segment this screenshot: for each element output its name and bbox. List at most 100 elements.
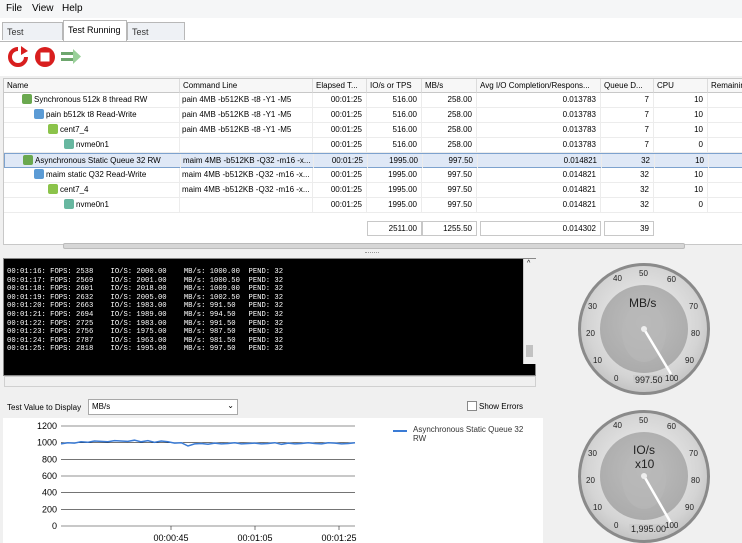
grid-horizontal-scrollbar[interactable] bbox=[8, 241, 738, 249]
tab-test-planning[interactable]: Test Planning bbox=[2, 22, 63, 55]
cell-queue: 32 bbox=[601, 198, 654, 212]
show-errors-label: Show Errors bbox=[479, 402, 524, 411]
gauge-tick: 100 bbox=[665, 374, 679, 383]
cell-name: nvme0n1 bbox=[4, 198, 180, 212]
gauge-tick: 10 bbox=[593, 503, 602, 512]
cell-mbs: 258.00 bbox=[422, 108, 477, 122]
cell-cmd: maim 4MB -b512KB -Q32 -m16 -x... bbox=[180, 168, 313, 182]
table-row[interactable]: nvme0n1 00:01:25 1995.00 997.50 0.014821 32 0 bbox=[4, 198, 742, 213]
cell-queue: 7 bbox=[601, 93, 654, 107]
mbs-gauge: MB/s 997.50 0 10 20 30 40 50 60 70 80 90… bbox=[578, 263, 710, 395]
cell-queue: 32 bbox=[602, 154, 655, 168]
cell-io: 1995.00 bbox=[368, 154, 423, 168]
gauge-tick: 80 bbox=[691, 476, 700, 485]
cell-name-text: maim static Q32 Read-Write bbox=[46, 170, 147, 179]
cell-name-text: Asynchronous Static Queue 32 RW bbox=[35, 156, 161, 165]
cell-cmd bbox=[180, 198, 313, 212]
gauge-mbs-value: 997.50 bbox=[633, 375, 665, 385]
series-line bbox=[60, 439, 356, 447]
cell-name-text: nvme0n1 bbox=[76, 200, 109, 209]
col-io[interactable]: IO/s or TPS bbox=[367, 79, 422, 93]
cell-elapsed: 00:01:25 bbox=[313, 93, 367, 107]
y-tick-label: 0 bbox=[52, 521, 57, 531]
cell-cpu: 0 bbox=[654, 138, 708, 152]
menu-help[interactable]: Help bbox=[62, 3, 83, 14]
cell-avg: 0.013783 bbox=[477, 93, 601, 107]
col-mbs[interactable]: MB/s bbox=[422, 79, 477, 93]
cell-name: Asynchronous Static Queue 32 RW bbox=[5, 154, 181, 168]
workload-icon bbox=[48, 124, 58, 134]
gauge-tick: 70 bbox=[689, 449, 698, 458]
tab-test-running[interactable]: Test Running bbox=[63, 20, 127, 41]
cell-mbs: 258.00 bbox=[422, 93, 477, 107]
cell-io: 516.00 bbox=[367, 93, 422, 107]
menu-file[interactable]: File bbox=[6, 3, 22, 14]
workload-icon bbox=[34, 109, 44, 119]
gauge-tick: 20 bbox=[586, 329, 595, 338]
iops-gauge: IO/s x10 1,995.00 0 10 20 30 40 50 60 70… bbox=[578, 410, 710, 543]
console-horizontal-scrollbar[interactable] bbox=[4, 376, 536, 387]
disk-icon bbox=[64, 199, 74, 209]
stop-icon[interactable] bbox=[34, 46, 56, 68]
cell-elapsed: 00:01:25 bbox=[313, 123, 367, 137]
console-vertical-scrollbar[interactable]: ^ bbox=[523, 259, 536, 364]
cell-name: cent7_4 bbox=[4, 183, 180, 197]
cell-queue: 32 bbox=[601, 183, 654, 197]
tab-test-analysis[interactable]: Test Analysis bbox=[127, 22, 185, 55]
cell-name: nvme0n1 bbox=[4, 138, 180, 152]
cell-cpu: 10 bbox=[654, 168, 708, 182]
show-errors-checkbox[interactable] bbox=[467, 401, 477, 411]
total-io: 2511.00 bbox=[367, 221, 422, 236]
gauge-tick: 30 bbox=[588, 302, 597, 311]
total-queue: 39 bbox=[604, 221, 654, 236]
display-select[interactable]: MB/s ⌄ bbox=[88, 399, 238, 415]
table-row[interactable]: cent7_4 pain 4MB -b512KB -t8 -Y1 -M5 00:01… bbox=[4, 123, 742, 138]
cell-avg: 0.013783 bbox=[477, 138, 601, 152]
total-mbs: 1255.50 bbox=[422, 221, 477, 236]
col-cpu[interactable]: CPU bbox=[654, 79, 708, 93]
col-elapsed[interactable]: Elapsed T... bbox=[313, 79, 367, 93]
cell-avg: 0.013783 bbox=[477, 108, 601, 122]
table-row[interactable]: cent7_4 maim 4MB -b512KB -Q32 -m16 -x... 0… bbox=[4, 183, 742, 198]
table-row[interactable]: nvme0n1 00:01:25 516.00 258.00 0.013783 7 0 bbox=[4, 138, 742, 153]
col-remaining[interactable]: Remainin bbox=[708, 79, 742, 93]
gauge-tick: 60 bbox=[667, 275, 676, 284]
cell-avg: 0.013783 bbox=[477, 123, 601, 137]
cell-queue: 7 bbox=[601, 108, 654, 122]
col-avg[interactable]: Avg I/O Completion/Respons... bbox=[477, 79, 601, 93]
gauge-tick: 0 bbox=[614, 374, 619, 383]
restart-icon[interactable] bbox=[7, 46, 29, 68]
gauge-tick: 40 bbox=[613, 421, 622, 430]
cell-io: 516.00 bbox=[367, 108, 422, 122]
cell-cpu: 10 bbox=[654, 123, 708, 137]
cell-cmd: pain 4MB -b512KB -t8 -Y1 -M5 bbox=[180, 123, 313, 137]
cell-cpu: 10 bbox=[654, 93, 708, 107]
cell-avg: 0.014821 bbox=[478, 154, 602, 168]
cell-name: pain b512k t8 Read-Write bbox=[4, 108, 180, 122]
cell-elapsed: 00:01:25 bbox=[314, 154, 368, 168]
table-row[interactable]: maim static Q32 Read-Write maim 4MB -b512… bbox=[4, 168, 742, 183]
x-tick-label: 00:01:05 bbox=[237, 533, 272, 543]
cell-cpu: 10 bbox=[655, 154, 709, 168]
cell-cmd: pain 4MB -b512KB -t8 -Y1 -M5 bbox=[180, 93, 313, 107]
y-tick-label: 200 bbox=[42, 504, 57, 514]
col-command[interactable]: Command Line bbox=[180, 79, 313, 93]
gauge-tick: 90 bbox=[685, 356, 694, 365]
gauge-iops-title: IO/s bbox=[633, 443, 656, 457]
col-queue[interactable]: Queue D... bbox=[601, 79, 654, 93]
table-row[interactable]: Synchronous 512k 8 thread RW pain 4MB -b5… bbox=[4, 93, 742, 108]
cell-name-text: cent7_4 bbox=[60, 125, 89, 134]
gauge-tick: 10 bbox=[593, 356, 602, 365]
legend-label: Asynchronous Static Queue 32 RW bbox=[413, 425, 524, 443]
workload-icon bbox=[34, 169, 44, 179]
splitter-grip[interactable] bbox=[365, 252, 379, 256]
table-row[interactable]: pain b512k t8 Read-Write pain 4MB -b512KB… bbox=[4, 108, 742, 123]
menu-view[interactable]: View bbox=[32, 3, 54, 14]
col-name[interactable]: Name bbox=[4, 79, 180, 93]
table-row[interactable]: Asynchronous Static Queue 32 RW maim 4MB … bbox=[4, 153, 742, 168]
workload-icon bbox=[23, 155, 33, 165]
cell-name: cent7_4 bbox=[4, 123, 180, 137]
run-icon[interactable] bbox=[60, 46, 82, 68]
cell-elapsed: 00:01:25 bbox=[313, 183, 367, 197]
gauge-iops-value: 1,995.00 bbox=[629, 524, 669, 534]
